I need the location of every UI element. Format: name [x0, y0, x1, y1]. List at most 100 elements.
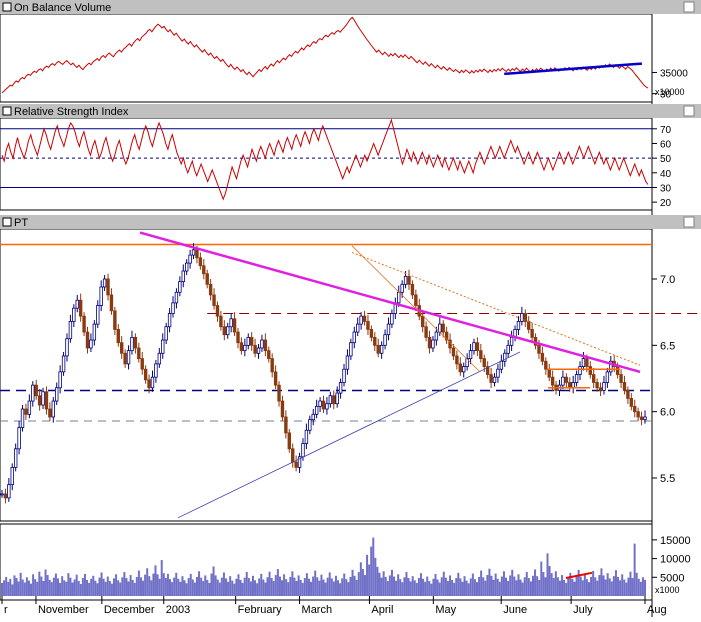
volume-bar: [251, 575, 254, 596]
candle-body: [72, 307, 76, 322]
volume-bar: [641, 577, 644, 596]
volume-bar: [181, 576, 184, 596]
volume-bar: [156, 574, 159, 596]
volume-bar: [322, 579, 325, 596]
volume-bar: [378, 572, 381, 596]
candle-body: [581, 358, 586, 367]
volume-bar: [623, 579, 626, 596]
volume-bar: [57, 578, 60, 596]
candle-body: [420, 315, 425, 328]
candle-body: [626, 390, 630, 399]
volume-bar: [596, 580, 599, 596]
candle-body: [489, 374, 493, 383]
volume-bar: [490, 575, 493, 596]
volume-bar: [461, 581, 464, 596]
candle-body: [236, 331, 240, 344]
volume-bar: [395, 580, 398, 596]
volume-bar: [449, 575, 452, 596]
volume-bar: [171, 582, 174, 596]
volume-bar: [430, 583, 433, 596]
volume-bar: [266, 577, 269, 596]
uptrend-line: [177, 351, 521, 519]
obv-maximize-button[interactable]: [683, 1, 695, 13]
candle-body: [619, 374, 623, 383]
candle-body: [34, 384, 38, 397]
volume-bar: [183, 580, 186, 596]
candle-body: [212, 294, 216, 306]
volume-bar: [30, 583, 33, 596]
candle-body: [123, 352, 127, 365]
candle-body: [44, 391, 49, 410]
volume-bar: [235, 578, 238, 596]
volume-bar: [61, 576, 64, 596]
candle-body: [414, 294, 418, 306]
volume-bar: [612, 576, 615, 596]
candle-body: [126, 350, 131, 365]
candle-body: [147, 379, 151, 389]
volume-bar: [540, 561, 543, 596]
volume-bar: [206, 579, 209, 596]
candle-body: [232, 318, 237, 333]
volume-bar: [88, 582, 91, 596]
volume-bar: [113, 578, 116, 596]
volume-bar: [202, 581, 205, 596]
volume-bar: [243, 577, 246, 596]
volume-bar: [536, 576, 539, 596]
candle-body: [550, 376, 555, 386]
volume-bar: [413, 580, 416, 596]
volume-bar: [434, 573, 437, 596]
volume-bar: [314, 570, 317, 596]
price-tick-label-2: 6.0: [660, 407, 675, 419]
volume-bar: [397, 574, 400, 596]
candle-body: [376, 344, 380, 354]
volume-bar: [451, 579, 454, 596]
volume-bar: [619, 580, 622, 596]
candle-body: [455, 355, 459, 365]
volume-bar: [546, 553, 549, 596]
volume-bar: [515, 580, 518, 596]
volume-bar: [411, 576, 414, 596]
price-maximize-button[interactable]: [683, 216, 695, 228]
volume-bar: [442, 571, 445, 596]
candle-body: [373, 336, 377, 346]
volume-bar: [65, 581, 68, 596]
x-tick-label-10: Aug: [647, 604, 667, 616]
rsi-maximize-button[interactable]: [683, 105, 695, 117]
volume-bar: [23, 582, 26, 596]
volume-bar: [148, 576, 151, 596]
candle-body: [427, 336, 432, 349]
volume-bar: [189, 573, 192, 596]
x-tick-label-9: July: [573, 604, 593, 616]
volume-bar: [139, 577, 142, 596]
volume-bar: [368, 564, 371, 596]
candle-body: [277, 384, 281, 402]
volume-bar: [573, 581, 576, 596]
candle-body: [349, 342, 353, 357]
candle-body: [403, 275, 408, 285]
candle-body: [598, 387, 603, 391]
volume-bar: [312, 576, 315, 596]
volume-bar: [480, 570, 483, 596]
volume-bar: [610, 581, 613, 596]
volume-bar: [301, 582, 304, 596]
volume-bar: [289, 576, 292, 596]
candle-body: [239, 342, 244, 352]
volume-bar: [401, 582, 404, 596]
volume-bar: [600, 568, 603, 596]
volume-bar: [334, 575, 337, 596]
volume-bar: [59, 582, 62, 596]
rsi-tick-label-1: 60: [660, 139, 672, 150]
candle-body: [516, 321, 521, 330]
volume-bar: [478, 576, 481, 596]
candle-body: [106, 278, 110, 296]
volume-bar: [131, 579, 134, 596]
x-tick-label-8: June: [503, 604, 527, 616]
candle-body: [345, 355, 350, 370]
volume-bar: [247, 578, 250, 596]
volume-bar: [218, 582, 221, 596]
volume-bar: [94, 580, 97, 596]
volume-bar: [633, 543, 636, 596]
volume-bar: [1, 582, 3, 596]
volume-bar: [529, 581, 532, 596]
volume-bar: [27, 580, 30, 596]
